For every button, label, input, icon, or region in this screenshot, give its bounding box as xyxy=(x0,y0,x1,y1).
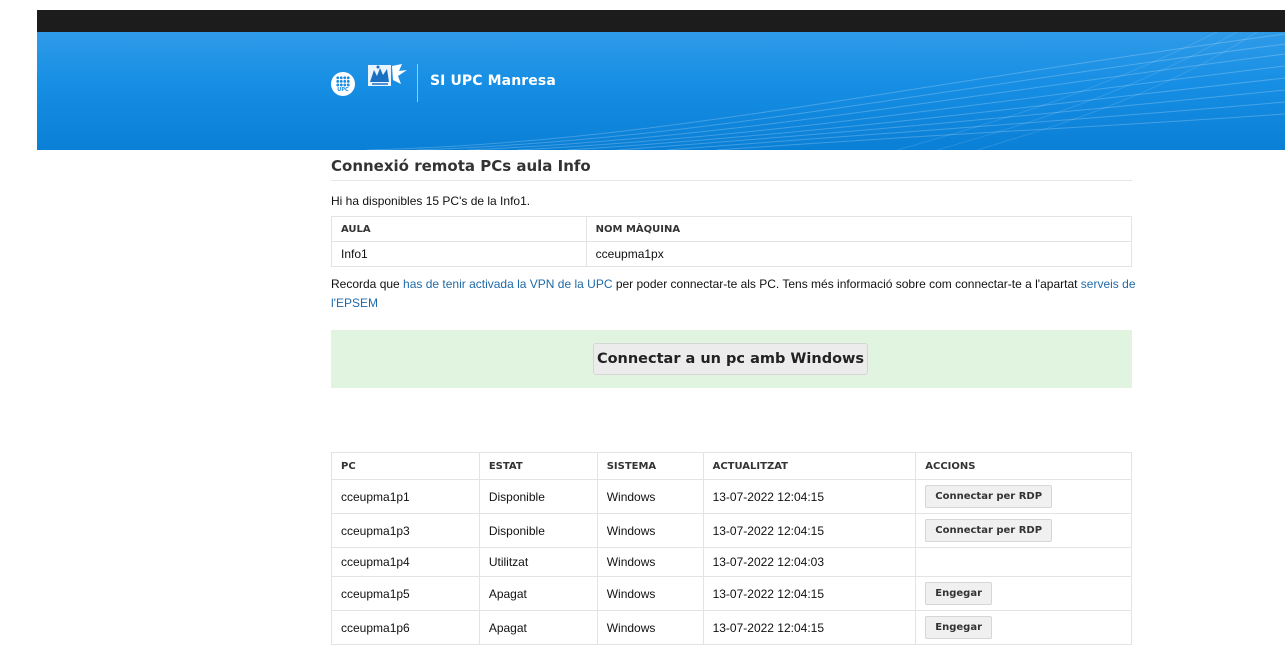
pc-name-cell: cceupma1p1 xyxy=(331,479,480,514)
vpn-note: Recorda que has de tenir activada la VPN… xyxy=(331,275,1136,313)
top-bar xyxy=(37,10,1285,32)
pc-name-cell: cceupma1p3 xyxy=(331,513,480,548)
actions-cell: Connectar per RDP xyxy=(915,479,1132,514)
logo-divider xyxy=(417,64,418,102)
actions-cell xyxy=(915,547,1132,577)
status-cell: Apagat xyxy=(478,610,598,645)
site-banner xyxy=(37,32,1285,150)
table-row: cceupma1p5 Apagat Windows 13-07-2022 12:… xyxy=(331,576,1132,611)
epsem-seal-icon[interactable] xyxy=(368,62,408,88)
updated-cell: 13-07-2022 12:04:15 xyxy=(702,610,917,645)
connect-panel: Connectar a un pc amb Windows xyxy=(331,330,1132,388)
vpn-note-prefix: Recorda que xyxy=(331,277,404,291)
table-row: cceupma1p6 Apagat Windows 13-07-2022 12:… xyxy=(331,610,1132,645)
aula-table-header: AULA NOM MÀQUINA xyxy=(331,216,1133,242)
vpn-link[interactable]: has de tenir activada la VPN de la UPC xyxy=(403,277,612,291)
table-row: cceupma1p1 Disponible Windows 13-07-2022… xyxy=(331,479,1132,514)
system-cell: Windows xyxy=(596,576,704,611)
status-cell: Disponible xyxy=(478,479,598,514)
column-header-sistema: SISTEMA xyxy=(596,452,704,480)
column-header-nom-maquina: NOM MÀQUINA xyxy=(585,216,1133,242)
system-cell: Windows xyxy=(596,513,704,548)
availability-text: Hi ha disponibles 15 PC's de la Info1. xyxy=(331,194,531,208)
connect-windows-pc-button[interactable]: Connectar a un pc amb Windows xyxy=(593,343,868,375)
pc-table: PC ESTAT SISTEMA ACTUALITZAT ACCIONS cce… xyxy=(331,452,1132,645)
system-cell: Windows xyxy=(596,547,704,577)
aula-cell: Info1 xyxy=(331,241,587,267)
pc-name-cell: cceupma1p5 xyxy=(331,576,480,611)
aula-table: AULA NOM MÀQUINA Info1 cceupma1px xyxy=(331,216,1133,267)
column-header-actualitzat: ACTUALITZAT xyxy=(702,452,917,480)
logo-text: UPC xyxy=(337,87,349,93)
table-row: cceupma1p4 Utilitzat Windows 13-07-2022 … xyxy=(331,547,1132,577)
power-on-button[interactable]: Engegar xyxy=(925,616,992,639)
logo-dots xyxy=(336,76,350,87)
column-header-pc: PC xyxy=(331,452,480,480)
vpn-note-middle: per poder connectar-te als PC. Tens més … xyxy=(612,277,1081,291)
banner-waves-decoration xyxy=(366,32,1285,150)
actions-cell: Engegar xyxy=(915,576,1132,611)
upc-logo-icon[interactable]: UPC xyxy=(331,72,355,96)
nom-maquina-cell: cceupma1px xyxy=(585,241,1133,267)
site-name[interactable]: SI UPC Manresa xyxy=(430,73,556,89)
pc-name-cell: cceupma1p6 xyxy=(331,610,480,645)
table-row: cceupma1p3 Disponible Windows 13-07-2022… xyxy=(331,513,1132,548)
aula-table-row: Info1 cceupma1px xyxy=(331,241,1133,267)
system-cell: Windows xyxy=(596,610,704,645)
pc-table-header: PC ESTAT SISTEMA ACTUALITZAT ACCIONS xyxy=(331,452,1132,480)
page-title: Connexió remota PCs aula Info xyxy=(331,157,591,175)
title-divider xyxy=(331,180,1132,181)
connect-rdp-button[interactable]: Connectar per RDP xyxy=(925,485,1053,508)
updated-cell: 13-07-2022 12:04:15 xyxy=(702,513,917,548)
connect-rdp-button[interactable]: Connectar per RDP xyxy=(925,519,1053,542)
updated-cell: 13-07-2022 12:04:03 xyxy=(702,547,917,577)
column-header-aula: AULA xyxy=(331,216,587,242)
status-cell: Utilitzat xyxy=(478,547,598,577)
status-cell: Disponible xyxy=(478,513,598,548)
column-header-estat: ESTAT xyxy=(478,452,598,480)
system-cell: Windows xyxy=(596,479,704,514)
column-header-accions: ACCIONS xyxy=(915,452,1132,480)
power-on-button[interactable]: Engegar xyxy=(925,582,992,605)
status-cell: Apagat xyxy=(478,576,598,611)
actions-cell: Engegar xyxy=(915,610,1132,645)
pc-name-cell: cceupma1p4 xyxy=(331,547,480,577)
updated-cell: 13-07-2022 12:04:15 xyxy=(702,479,917,514)
actions-cell: Connectar per RDP xyxy=(915,513,1132,548)
updated-cell: 13-07-2022 12:04:15 xyxy=(702,576,917,611)
